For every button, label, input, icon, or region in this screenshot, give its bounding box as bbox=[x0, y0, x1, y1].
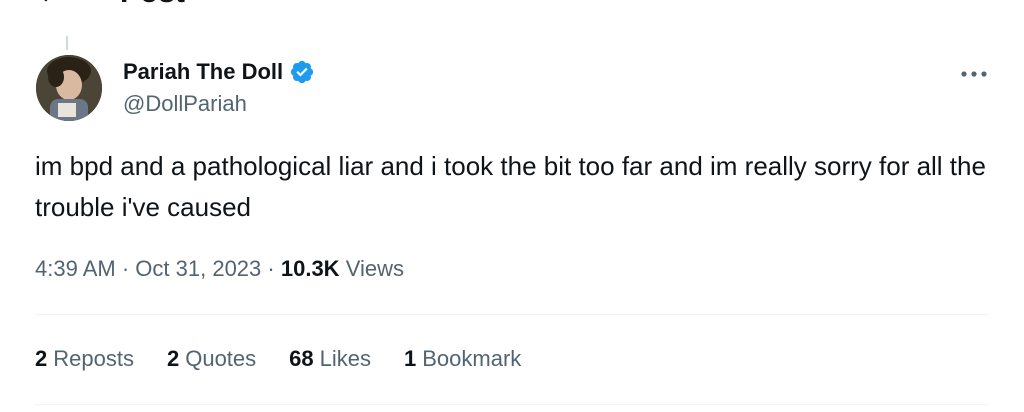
tweet-text: im bpd and a pathological liar and i too… bbox=[35, 151, 986, 222]
stat-count: 2 bbox=[166, 346, 180, 371]
stat-label: Quotes bbox=[185, 346, 257, 371]
meta-separator: · bbox=[121, 256, 136, 281]
stat-label: Bookmark bbox=[422, 346, 522, 371]
views-label: Views bbox=[345, 256, 404, 281]
more-options-button[interactable] bbox=[952, 62, 996, 86]
stat-likes[interactable]: 68 Likes bbox=[289, 344, 371, 374]
post-page: Post Pariah The Doll @DollPariah im bpd … bbox=[0, 0, 1024, 412]
verified-badge-icon bbox=[291, 60, 314, 84]
stat-count: 2 bbox=[35, 346, 48, 371]
tweet-time[interactable]: 4:39 AM bbox=[35, 256, 116, 281]
stat-bookmarks[interactable]: 1 Bookmark bbox=[404, 344, 521, 374]
thread-connector-line bbox=[66, 36, 68, 50]
stat-label: Likes bbox=[319, 346, 371, 371]
arrow-left-icon[interactable] bbox=[34, 0, 64, 4]
page-title: Post bbox=[120, 0, 185, 8]
tweet-date[interactable]: Oct 31, 2023 bbox=[135, 256, 261, 281]
meta-separator: · bbox=[267, 256, 281, 281]
author-name[interactable]: Pariah The Doll bbox=[123, 58, 315, 86]
stat-count: 68 bbox=[289, 346, 314, 371]
divider bbox=[35, 314, 988, 315]
author-handle[interactable]: @DollPariah bbox=[123, 90, 247, 118]
avatar-image bbox=[36, 55, 102, 121]
stat-quotes[interactable]: 2 Quotes bbox=[167, 344, 256, 374]
stat-count: 1 bbox=[404, 346, 417, 371]
author-name-label: Pariah The Doll bbox=[123, 59, 284, 84]
views-count: 10.3K bbox=[280, 256, 340, 281]
avatar[interactable] bbox=[36, 55, 102, 121]
stat-label: Reposts bbox=[53, 346, 134, 371]
tweet-meta: 4:39 AM · Oct 31, 2023 · 10.3K Views bbox=[35, 254, 404, 284]
stat-reposts[interactable]: 2 Reposts bbox=[35, 344, 134, 374]
engagement-stats: 2 Reposts 2 Quotes 68 Likes 1 Bookmark bbox=[35, 344, 554, 374]
more-horizontal-icon bbox=[961, 71, 987, 77]
divider bbox=[35, 404, 988, 405]
